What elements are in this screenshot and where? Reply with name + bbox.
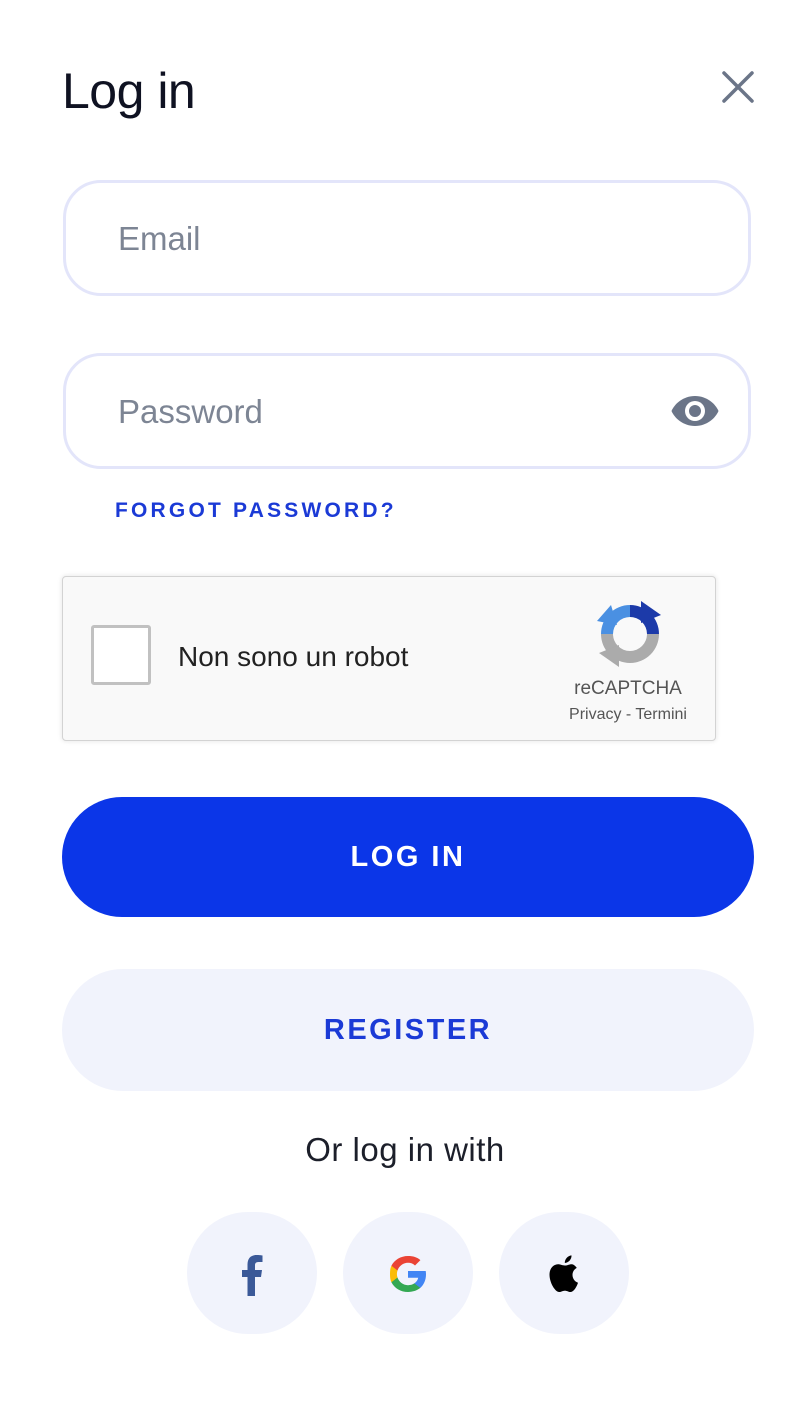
apple-icon — [549, 1255, 578, 1292]
close-icon — [722, 71, 754, 103]
facebook-icon — [242, 1255, 263, 1296]
email-field-container — [63, 180, 751, 296]
recaptcha-terms-link[interactable]: Termini — [635, 706, 687, 723]
apple-login-button[interactable] — [499, 1212, 629, 1334]
close-button[interactable] — [716, 65, 760, 109]
recaptcha-logo-icon — [597, 601, 661, 667]
email-field[interactable] — [116, 183, 660, 295]
google-login-button[interactable] — [343, 1212, 473, 1334]
recaptcha-privacy-link[interactable]: Privacy — [569, 706, 621, 723]
forgot-password-link[interactable]: FORGOT PASSWORD? — [115, 497, 397, 525]
eye-icon — [671, 396, 719, 426]
recaptcha-links: Privacy - Termini — [543, 704, 713, 726]
recaptcha-links-separator: - — [625, 706, 632, 723]
recaptcha-widget: Non sono un robot reCAPTCHA Privacy - Te… — [62, 576, 716, 741]
facebook-login-button[interactable] — [187, 1212, 317, 1334]
password-field[interactable] — [116, 356, 660, 468]
register-button[interactable]: REGISTER — [62, 969, 754, 1091]
google-icon — [390, 1256, 426, 1292]
password-field-container — [63, 353, 751, 469]
social-login-heading: Or log in with — [305, 1131, 505, 1168]
recaptcha-checkbox[interactable] — [91, 625, 151, 685]
recaptcha-label: Non sono un robot — [178, 641, 409, 672]
page-title: Log in — [62, 63, 196, 119]
login-button[interactable]: LOG IN — [62, 797, 754, 917]
show-password-button[interactable] — [670, 393, 720, 429]
recaptcha-brand: reCAPTCHA — [574, 678, 682, 699]
